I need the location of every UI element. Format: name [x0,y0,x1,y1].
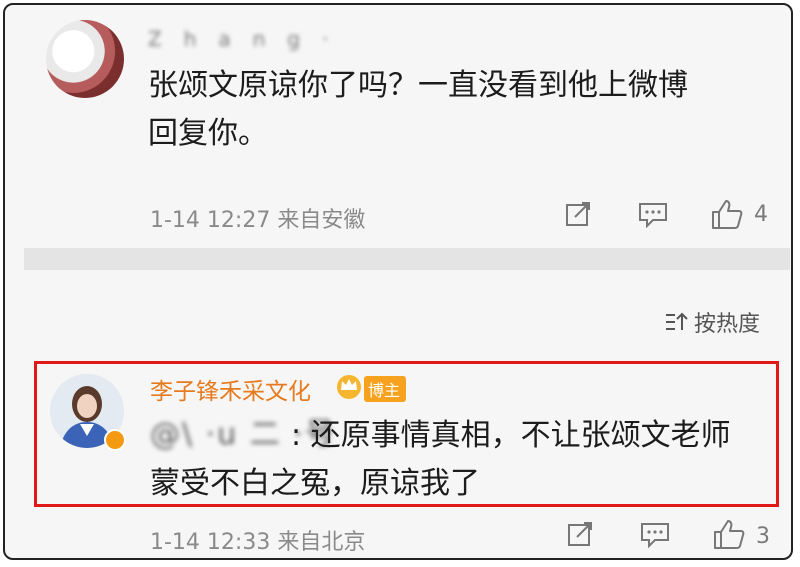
comment-icon[interactable] [638,202,668,228]
section-divider [24,248,790,270]
avatar[interactable] [46,20,124,98]
comment-text-line2: 蒙受不白之冤，原谅我了 [150,466,480,501]
like-count: 4 [754,202,768,227]
comment-text-line1: : 还原事情真相，不让张颂文老师 [291,418,731,453]
verified-icon [104,429,126,451]
comment-meta: 1-14 12:27 来自安徽 [150,208,366,233]
sort-icon[interactable] [664,311,690,333]
thumbs-up-icon[interactable] [712,518,746,550]
comment-meta: 1-14 12:33 来自北京 [150,530,366,555]
comment-text-line1: 张颂文原谅你了吗？一直没看到他上微博 [148,68,688,103]
crown-badge-icon [337,375,361,399]
share-icon[interactable] [564,200,592,228]
sort-by-hot-button[interactable]: 按热度 [694,306,760,338]
comment-icon[interactable] [640,522,670,548]
comment-text-line2: 回复你。 [148,116,268,151]
username[interactable]: 李子锋禾采文化 [150,372,311,406]
share-icon[interactable] [566,520,594,548]
like-count: 3 [756,524,770,549]
username[interactable]: Zhang··· ·l [148,27,348,53]
author-badge: 博主 [364,376,407,402]
thumbs-up-icon[interactable] [710,198,744,230]
